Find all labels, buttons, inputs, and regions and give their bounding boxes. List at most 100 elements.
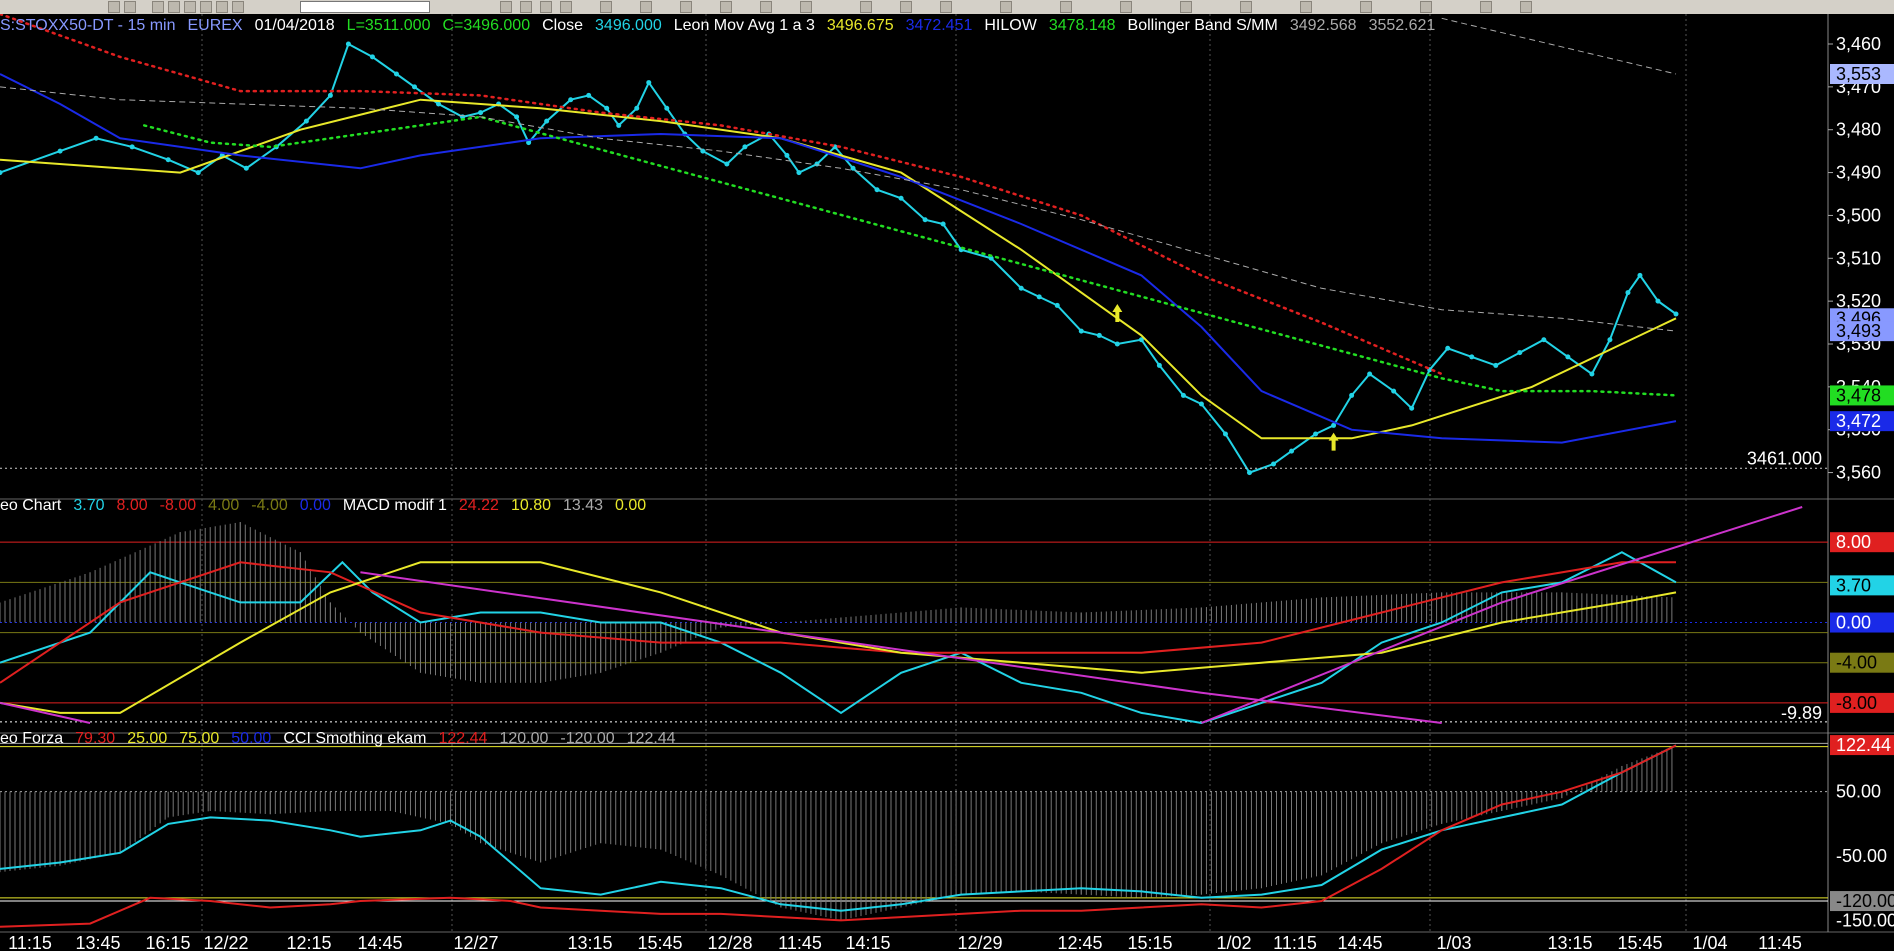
close-point[interactable] (1222, 431, 1228, 437)
close-point[interactable] (1054, 302, 1060, 308)
toolbar-button[interactable] (1000, 1, 1012, 13)
close-point[interactable] (1637, 272, 1643, 278)
toolbar-button[interactable] (216, 1, 228, 13)
series-leon-mov-avg-blue-[interactable] (0, 73, 1677, 444)
series-10-80[interactable] (0, 561, 1677, 714)
close-point[interactable] (742, 144, 748, 150)
toolbar-button[interactable] (800, 1, 812, 13)
series-close[interactable] (0, 42, 1677, 474)
close-point[interactable] (1246, 470, 1252, 476)
close-point[interactable] (940, 221, 946, 227)
toolbar-button[interactable] (200, 1, 212, 13)
close-point[interactable] (1517, 350, 1523, 356)
toolbar-button[interactable] (1120, 1, 1132, 13)
close-point[interactable] (1469, 354, 1475, 360)
close-point[interactable] (195, 170, 201, 176)
close-point[interactable] (784, 152, 790, 158)
toolbar-button[interactable] (1240, 1, 1252, 13)
close-point[interactable] (57, 148, 63, 154)
toolbar-button[interactable] (500, 1, 512, 13)
buy-arrow-icon[interactable] (1112, 304, 1123, 322)
close-point[interactable] (922, 217, 928, 223)
toolbar-button[interactable] (1520, 1, 1532, 13)
series-hilow[interactable] (142, 115, 1678, 397)
close-point[interactable] (1036, 294, 1042, 300)
toolbar-button[interactable] (860, 1, 872, 13)
buy-arrow-icon[interactable] (1328, 432, 1339, 451)
close-point[interactable] (514, 114, 520, 120)
toolbar-button[interactable] (720, 1, 732, 13)
close-point[interactable] (1367, 371, 1373, 377)
symbol-combo[interactable] (300, 1, 430, 13)
close-point[interactable] (1289, 448, 1295, 454)
close-point[interactable] (1655, 298, 1661, 304)
close-point[interactable] (1541, 337, 1547, 343)
toolbar-button[interactable] (168, 1, 180, 13)
cci-panel[interactable]: eo Forza 79.30 25.00 75.00 50.00 CCI Smothing… (0, 730, 1828, 928)
toolbar-button[interactable] (1360, 1, 1372, 13)
close-point[interactable] (796, 170, 802, 176)
toolbar-button[interactable] (1480, 1, 1492, 13)
close-point[interactable] (634, 105, 640, 111)
close-point[interactable] (646, 80, 652, 86)
close-point[interactable] (1673, 311, 1679, 317)
close-point[interactable] (874, 187, 880, 193)
close-point[interactable] (1096, 332, 1102, 338)
close-point[interactable] (1313, 431, 1319, 437)
toolbar-button[interactable] (900, 1, 912, 13)
series-3-70[interactable] (0, 551, 1677, 725)
toolbar-button[interactable] (232, 1, 244, 13)
close-point[interactable] (369, 54, 375, 60)
macd-panel[interactable]: -9.89 eo Chart 3.70 8.00 -8.00 4.00 -4.00 0.00 M… (0, 497, 1828, 725)
close-point[interactable] (1198, 401, 1204, 407)
close-point[interactable] (1018, 285, 1024, 291)
close-point[interactable] (1078, 328, 1084, 334)
price-panel[interactable]: 3461.000 S:STOXX50-DT - 15 min EUREX 01/04/… (0, 14, 1828, 476)
toolbar-button[interactable] (680, 1, 692, 13)
close-point[interactable] (129, 144, 135, 150)
toolbar-button[interactable] (1300, 1, 1312, 13)
toolbar-button[interactable] (940, 1, 952, 13)
close-point[interactable] (411, 84, 417, 90)
close-point[interactable] (1445, 345, 1451, 351)
close-point[interactable] (303, 118, 309, 124)
toolbar-button[interactable] (520, 1, 532, 13)
close-point[interactable] (814, 161, 820, 167)
close-point[interactable] (544, 118, 550, 124)
toolbar-button[interactable] (124, 1, 136, 13)
close-point[interactable] (1493, 362, 1499, 368)
close-point[interactable] (1391, 388, 1397, 394)
series-bollinger-band-s-mm-gray-[interactable] (0, 86, 1677, 332)
close-point[interactable] (1271, 461, 1277, 467)
close-point[interactable] (1180, 392, 1186, 398)
toolbar-button[interactable] (108, 1, 120, 13)
close-point[interactable] (436, 101, 442, 107)
close-point[interactable] (604, 105, 610, 111)
chart-canvas[interactable]: 3461.000 S:STOXX50-DT - 15 min EUREX 01/04/… (0, 14, 1894, 951)
close-point[interactable] (898, 195, 904, 201)
close-point[interactable] (93, 135, 99, 141)
toolbar-button[interactable] (152, 1, 164, 13)
close-point[interactable] (850, 165, 856, 171)
close-point[interactable] (1565, 354, 1571, 360)
toolbar-button[interactable] (1180, 1, 1192, 13)
close-point[interactable] (393, 71, 399, 77)
close-point[interactable] (165, 157, 171, 163)
close-point[interactable] (664, 105, 670, 111)
toolbar-button[interactable] (1420, 1, 1432, 13)
close-point[interactable] (1114, 341, 1120, 347)
close-point[interactable] (568, 97, 574, 103)
toolbar-button[interactable] (640, 1, 652, 13)
series-magenta-trend-2[interactable] (360, 571, 1442, 724)
toolbar-button[interactable] (184, 1, 196, 13)
close-point[interactable] (724, 161, 730, 167)
series-cci-smothing-ekam[interactable] (0, 744, 1677, 912)
close-point[interactable] (345, 41, 351, 47)
toolbar-button[interactable] (540, 1, 552, 13)
close-point[interactable] (1625, 290, 1631, 296)
toolbar-button[interactable] (1060, 1, 1072, 13)
close-point[interactable] (1156, 362, 1162, 368)
close-point[interactable] (1607, 337, 1613, 343)
toolbar-button[interactable] (560, 1, 572, 13)
close-point[interactable] (478, 110, 484, 116)
